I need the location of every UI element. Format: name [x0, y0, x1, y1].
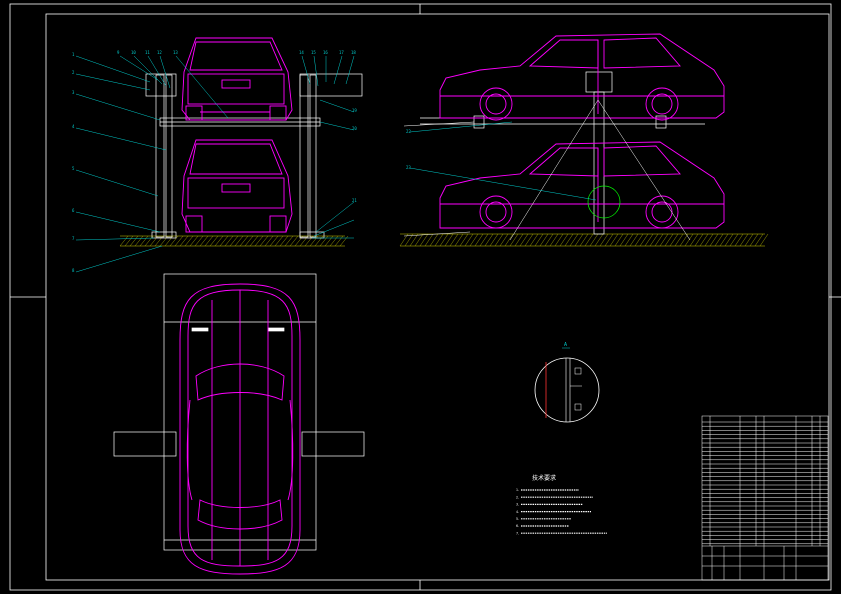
side-lift-lines	[403, 99, 691, 241]
part-number-label: 21	[352, 198, 357, 203]
part-number-label: 11	[145, 50, 150, 55]
front-posts	[145, 73, 363, 239]
note-line: 2.	[516, 495, 519, 499]
side-car-lower	[439, 141, 725, 229]
part-number-label: 16	[323, 50, 328, 55]
detail-a: A	[534, 342, 600, 423]
part-number-label: 8	[72, 268, 75, 273]
title-block	[701, 415, 829, 581]
part-number-label: 7	[72, 236, 75, 241]
top-frame	[113, 273, 365, 551]
part-number-label: 13	[173, 50, 178, 55]
part-number-label: 19	[352, 108, 357, 113]
technical-notes: 技术要求 1. 2. 3. 4. 5. 6. 7.	[516, 474, 607, 535]
part-number-label: 1	[72, 52, 75, 57]
side-label-numbers: 22 23	[406, 129, 411, 170]
note-line: 3.	[516, 503, 519, 507]
part-number-label: 10	[131, 50, 136, 55]
part-number-label: 15	[311, 50, 316, 55]
part-number-label: 2	[72, 70, 75, 75]
part-number-label: 18	[351, 50, 356, 55]
cad-drawing-canvas: 1 2 3 4 5 6 7 8 9 10 11 12 13 14 15 16 17 18 19 20 21	[0, 0, 841, 594]
part-number-label: 5	[72, 166, 75, 171]
front-car-lower	[181, 139, 293, 233]
detail-a-label: A	[564, 342, 567, 348]
note-line: 1.	[516, 488, 519, 492]
top-car	[179, 283, 301, 575]
side-view: 22 23	[399, 33, 769, 247]
part-number-label: 14	[299, 50, 304, 55]
part-number-label: 3	[72, 90, 75, 95]
note-line: 5.	[516, 517, 519, 521]
part-number-label: 22	[406, 129, 411, 134]
front-ground	[119, 235, 349, 247]
side-leaders	[409, 121, 597, 201]
side-ground	[399, 233, 769, 247]
part-number-label: 9	[117, 50, 120, 55]
cad-drawing: 123456789 10 11 12 13 14 15 16 17 18192021	[9, 3, 841, 591]
part-number-label: 20	[352, 126, 357, 131]
side-car-upper	[439, 33, 725, 121]
notes-title: 技术要求	[532, 474, 556, 482]
front-view: 123456789 10 11 12 13 14 15 16 17 18192021	[72, 37, 363, 273]
drawing-frame	[9, 3, 841, 591]
part-number-label: 6	[72, 208, 75, 213]
note-line: 4.	[516, 510, 519, 514]
front-car-upper	[181, 37, 293, 121]
note-line: 7.	[516, 531, 519, 535]
front-label-numbers: 123456789 10 11 12 13 14 15 16 17 18192021	[72, 50, 357, 273]
part-number-label: 4	[72, 124, 75, 129]
part-number-label: 23	[406, 165, 411, 170]
part-number-label: 17	[339, 50, 344, 55]
part-number-label: 12	[157, 50, 162, 55]
top-view	[113, 273, 365, 575]
note-line: 6.	[516, 524, 519, 528]
